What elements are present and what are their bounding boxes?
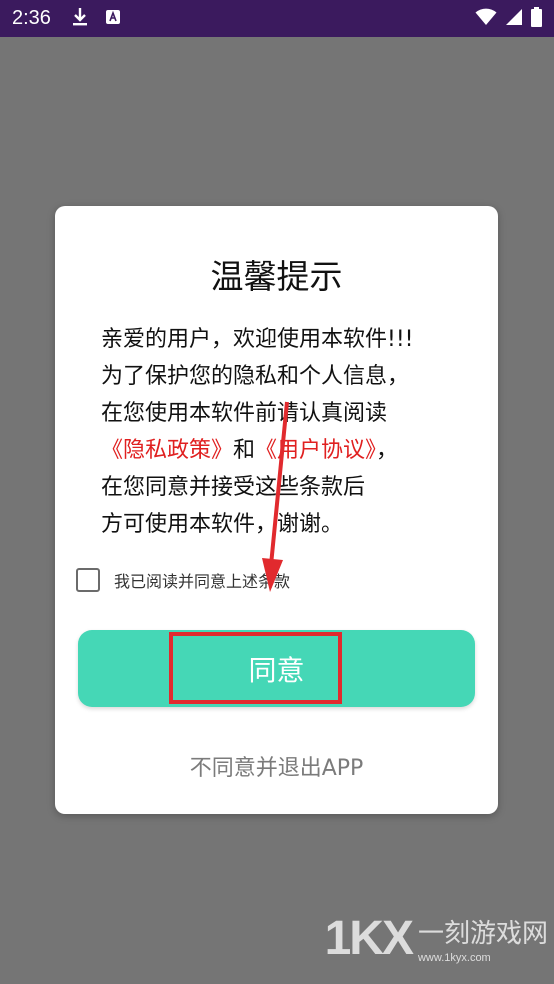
message-line: 方可使用本软件，谢谢。 — [101, 512, 344, 537]
disagree-exit-button[interactable]: 不同意并退出APP — [55, 750, 498, 782]
watermark-url: www.1kyx.com — [417, 952, 491, 964]
privacy-policy-link[interactable]: 《隐私政策》 — [101, 438, 233, 463]
download-icon — [71, 7, 89, 31]
wifi-icon — [475, 8, 497, 30]
signal-icon — [505, 8, 523, 30]
battery-icon — [531, 6, 542, 31]
watermark-name: 一刻游戏网 — [417, 919, 548, 949]
consent-checkbox[interactable] — [76, 568, 100, 592]
user-agreement-link[interactable]: 《用户协议》 — [255, 438, 376, 463]
and-text: 和 — [233, 438, 256, 463]
consent-label[interactable]: 我已阅读并同意上述条款 — [114, 568, 290, 592]
annotation-highlight-box — [169, 632, 342, 704]
message-line: 在您使用本软件前请认真阅读 — [101, 401, 388, 426]
message-line: 在您同意并接受这些条款后 — [101, 475, 366, 500]
status-bar: 2:36 — [0, 0, 554, 37]
dialog-message: 亲爱的用户，欢迎使用本软件!!! 为了保护您的隐私和个人信息， 在您使用本软件前… — [101, 321, 481, 543]
site-watermark: 1KX 一刻游戏网 www.1kyx.com — [325, 911, 548, 966]
privacy-dialog: 温馨提示 亲爱的用户，欢迎使用本软件!!! 为了保护您的隐私和个人信息， 在您使… — [55, 206, 498, 814]
dialog-title: 温馨提示 — [210, 257, 343, 296]
message-line: 为了保护您的隐私和个人信息， — [101, 364, 410, 389]
consent-row[interactable]: 我已阅读并同意上述条款 — [76, 568, 290, 592]
comma-text: ， — [376, 438, 399, 463]
message-line-links: 《隐私政策》和《用户协议》， — [101, 432, 481, 469]
watermark-logo: 1KX — [324, 912, 414, 965]
status-time: 2:36 — [12, 7, 51, 29]
message-line: 亲爱的用户，欢迎使用本软件!!! — [101, 327, 414, 352]
a-icon — [105, 9, 121, 29]
